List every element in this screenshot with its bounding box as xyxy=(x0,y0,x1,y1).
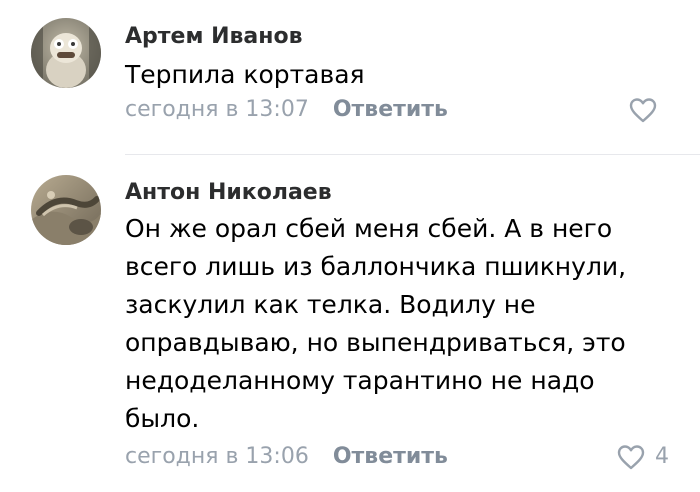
reply-button[interactable]: Ответить xyxy=(333,444,448,470)
heart-icon xyxy=(629,98,657,123)
comment-text: Он же орал сбей меня сбей. А в него всег… xyxy=(125,214,627,433)
comment-meta: сегодня в 13:07 Ответить xyxy=(125,97,448,123)
avatar[interactable] xyxy=(31,18,101,88)
heart-icon xyxy=(617,445,645,470)
comment-item: Антон Николаев Он же орал сбей меня сбей… xyxy=(0,155,700,492)
like-button[interactable] xyxy=(629,97,667,123)
comment-date: сегодня в 13:07 xyxy=(125,97,309,122)
like-count: 4 xyxy=(655,444,669,469)
comment-item: Артем Иванов Терпила кортавая сегодня в … xyxy=(0,0,700,155)
reply-button[interactable]: Ответить xyxy=(333,97,448,123)
comment-meta: сегодня в 13:06 Ответить xyxy=(125,444,448,470)
comment-text: Терпила кортавая xyxy=(125,60,365,89)
user-avatar-photo-icon xyxy=(31,175,101,245)
comment-author[interactable]: Антон Николаев xyxy=(125,180,332,206)
comment-author[interactable]: Артем Иванов xyxy=(125,24,303,50)
avatar[interactable] xyxy=(31,175,101,245)
comment-date: сегодня в 13:06 xyxy=(125,444,309,469)
user-avatar-photo-icon xyxy=(31,18,101,88)
like-button[interactable]: 4 xyxy=(617,444,669,470)
